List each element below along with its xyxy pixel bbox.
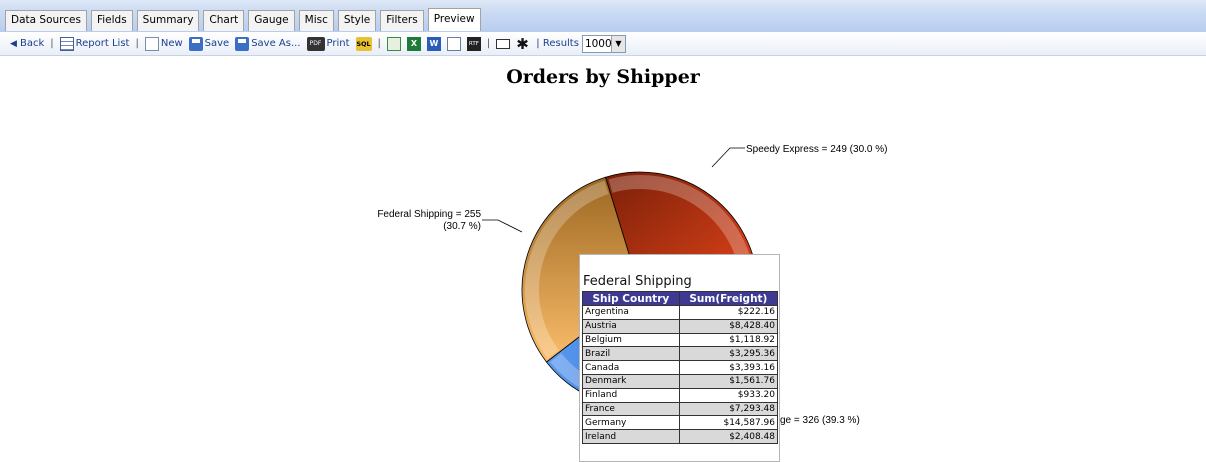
table-row: Argentina $222.16 — [582, 305, 779, 320]
country-cell: Finland — [582, 387, 680, 403]
united-data-label: ge = 326 (39.3 %) — [780, 415, 860, 426]
speedy-data-label: Speedy Express = 249 (30.0 %) — [746, 144, 887, 155]
country-cell: Argentina — [582, 305, 680, 320]
federal-data-percent: (30.7 %) — [443, 221, 481, 232]
table-row: Denmark $1,561.76 — [582, 373, 779, 389]
freight-cell: $1,561.76 — [678, 373, 779, 389]
column-header: Sum(Freight) — [678, 291, 779, 306]
country-cell: Canada — [582, 360, 680, 375]
freight-cell: $2,408.48 — [678, 429, 779, 444]
table-row: Austria $8,428.40 — [582, 318, 779, 334]
country-cell: Denmark — [582, 373, 680, 389]
table-header-row: Ship Country Sum(Freight) — [582, 291, 779, 306]
country-cell: Austria — [582, 318, 680, 334]
slice-tooltip: Federal Shipping Ship Country Sum(Freigh… — [579, 254, 780, 462]
speedy-leader-line — [711, 147, 745, 168]
country-cell: France — [582, 401, 680, 417]
tooltip-table: Ship Country Sum(Freight) Argentina $222.… — [582, 291, 779, 444]
federal-data-label: Federal Shipping = 255 — [377, 209, 481, 220]
country-cell: Ireland — [582, 429, 680, 444]
freight-cell: $3,393.16 — [678, 360, 779, 375]
freight-cell: $222.16 — [678, 305, 779, 320]
country-cell: Brazil — [582, 346, 680, 362]
freight-cell: $933.20 — [678, 387, 779, 403]
freight-cell: $14,587.96 — [678, 415, 779, 431]
table-row: Finland $933.20 — [582, 387, 779, 403]
column-header: Ship Country — [582, 291, 680, 306]
freight-cell: $8,428.40 — [678, 318, 779, 334]
freight-cell: $3,295.36 — [678, 346, 779, 362]
freight-cell: $7,293.48 — [678, 401, 779, 417]
table-row: Canada $3,393.16 — [582, 360, 779, 375]
tooltip-title: Federal Shipping — [583, 274, 692, 289]
table-row: Germany $14,587.96 — [582, 415, 779, 431]
country-cell: Germany — [582, 415, 680, 431]
federal-leader-line — [482, 219, 523, 233]
freight-cell: $1,118.92 — [678, 332, 779, 348]
table-row: Brazil $3,295.36 — [582, 346, 779, 362]
table-row: France $7,293.48 — [582, 401, 779, 417]
table-row: Ireland $2,408.48 — [582, 429, 779, 444]
country-cell: Belgium — [582, 332, 680, 348]
table-row: Belgium $1,118.92 — [582, 332, 779, 348]
